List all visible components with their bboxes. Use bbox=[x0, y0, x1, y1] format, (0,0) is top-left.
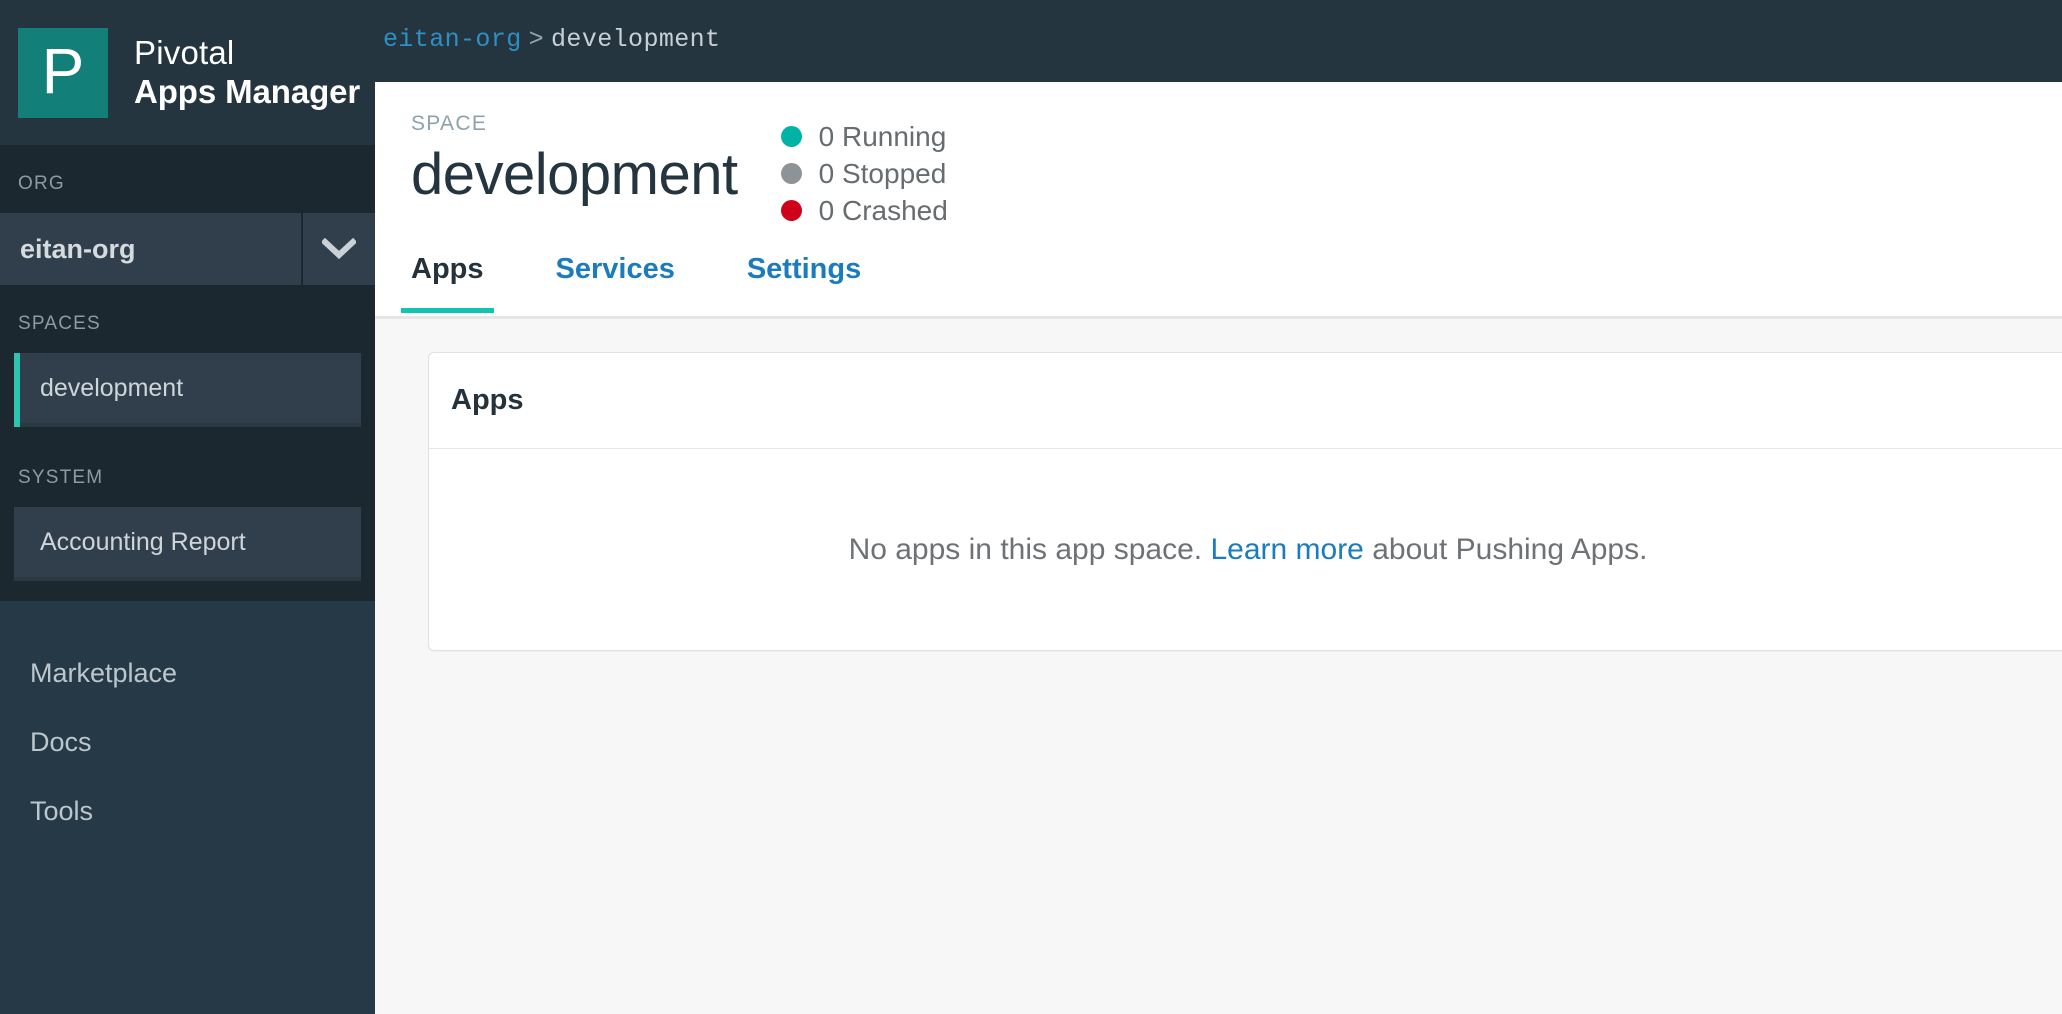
main-content: SPACE development 0 Running 0 Stopped 0 … bbox=[375, 82, 2062, 1014]
apps-card-body: No apps in this app space. Learn more ab… bbox=[429, 449, 2062, 650]
sidebar-item-space-development[interactable]: development bbox=[14, 353, 361, 427]
apps-card-title: Apps bbox=[429, 353, 2062, 449]
space-title-block: SPACE development bbox=[411, 110, 738, 207]
org-selector[interactable]: eitan-org bbox=[0, 213, 375, 285]
empty-state-message: No apps in this app space. Learn more ab… bbox=[849, 533, 1708, 567]
empty-state-prefix: No apps in this app space. bbox=[848, 532, 1211, 566]
status-dot-running-icon bbox=[780, 126, 802, 147]
tab-services[interactable]: Services bbox=[556, 253, 675, 310]
space-header: SPACE development 0 Running 0 Stopped 0 … bbox=[375, 82, 2062, 229]
brand-line-apps-manager: Apps Manager bbox=[134, 72, 361, 110]
apps-manager-page: eitan-org > development P Pivotal Apps Man… bbox=[0, 0, 2062, 1014]
sidebar-label-system: SYSTEM bbox=[18, 467, 104, 488]
brand-line-pivotal: Pivotal bbox=[134, 33, 235, 71]
space-kicker: SPACE bbox=[411, 112, 488, 135]
apps-card: Apps No apps in this app space. Learn mo… bbox=[428, 352, 2062, 651]
sidebar-space-label: development bbox=[40, 373, 184, 402]
breadcrumb: eitan-org > development bbox=[383, 25, 720, 54]
sidebar-label-spaces: SPACES bbox=[18, 313, 101, 334]
status-row-running: 0 Running bbox=[780, 118, 948, 155]
status-dot-stopped-icon bbox=[780, 163, 802, 184]
sidebar-link-marketplace[interactable]: Marketplace bbox=[0, 639, 375, 708]
sidebar: P Pivotal Apps Manager ORG eitan-org SPA… bbox=[0, 0, 375, 1014]
sidebar-label-org: ORG bbox=[18, 173, 65, 194]
status-label-running: 0 Running bbox=[818, 120, 947, 152]
status-label-crashed: 0 Crashed bbox=[818, 194, 948, 226]
sidebar-body: ORG eitan-org SPACES development SYSTEM … bbox=[0, 145, 375, 601]
org-selector-name: eitan-org bbox=[0, 213, 303, 285]
breadcrumb-org-link[interactable]: eitan-org bbox=[383, 25, 522, 54]
breadcrumb-separator: > bbox=[528, 25, 545, 54]
sidebar-item-accounting-report[interactable]: Accounting Report bbox=[14, 507, 361, 581]
tab-apps[interactable]: Apps bbox=[401, 253, 493, 313]
sidebar-link-docs[interactable]: Docs bbox=[0, 708, 375, 777]
breadcrumb-current: development bbox=[551, 25, 721, 54]
empty-state-suffix: about Pushing Apps. bbox=[1363, 532, 1648, 566]
page-title: development bbox=[411, 142, 738, 207]
tab-bar: Apps Services Settings bbox=[375, 253, 2062, 319]
status-dot-crashed-icon bbox=[780, 200, 802, 221]
status-row-crashed: 0 Crashed bbox=[780, 192, 948, 229]
brand-header[interactable]: P Pivotal Apps Manager bbox=[0, 0, 375, 145]
status-row-stopped: 0 Stopped bbox=[780, 155, 948, 192]
sidebar-links: Marketplace Docs Tools bbox=[0, 601, 375, 846]
tab-settings[interactable]: Settings bbox=[747, 253, 861, 310]
learn-more-link[interactable]: Learn more bbox=[1210, 533, 1363, 566]
chevron-down-icon[interactable] bbox=[303, 213, 375, 285]
status-label-stopped: 0 Stopped bbox=[818, 157, 947, 189]
sidebar-system-label: Accounting Report bbox=[40, 527, 246, 556]
brand-text: Pivotal Apps Manager bbox=[134, 34, 360, 111]
logo-letter: P bbox=[41, 34, 85, 107]
sidebar-link-tools[interactable]: Tools bbox=[0, 777, 375, 846]
app-status-summary: 0 Running 0 Stopped 0 Crashed bbox=[780, 118, 948, 229]
pivotal-logo-icon: P bbox=[18, 27, 108, 118]
content-area: Apps No apps in this app space. Learn mo… bbox=[375, 319, 2062, 1014]
